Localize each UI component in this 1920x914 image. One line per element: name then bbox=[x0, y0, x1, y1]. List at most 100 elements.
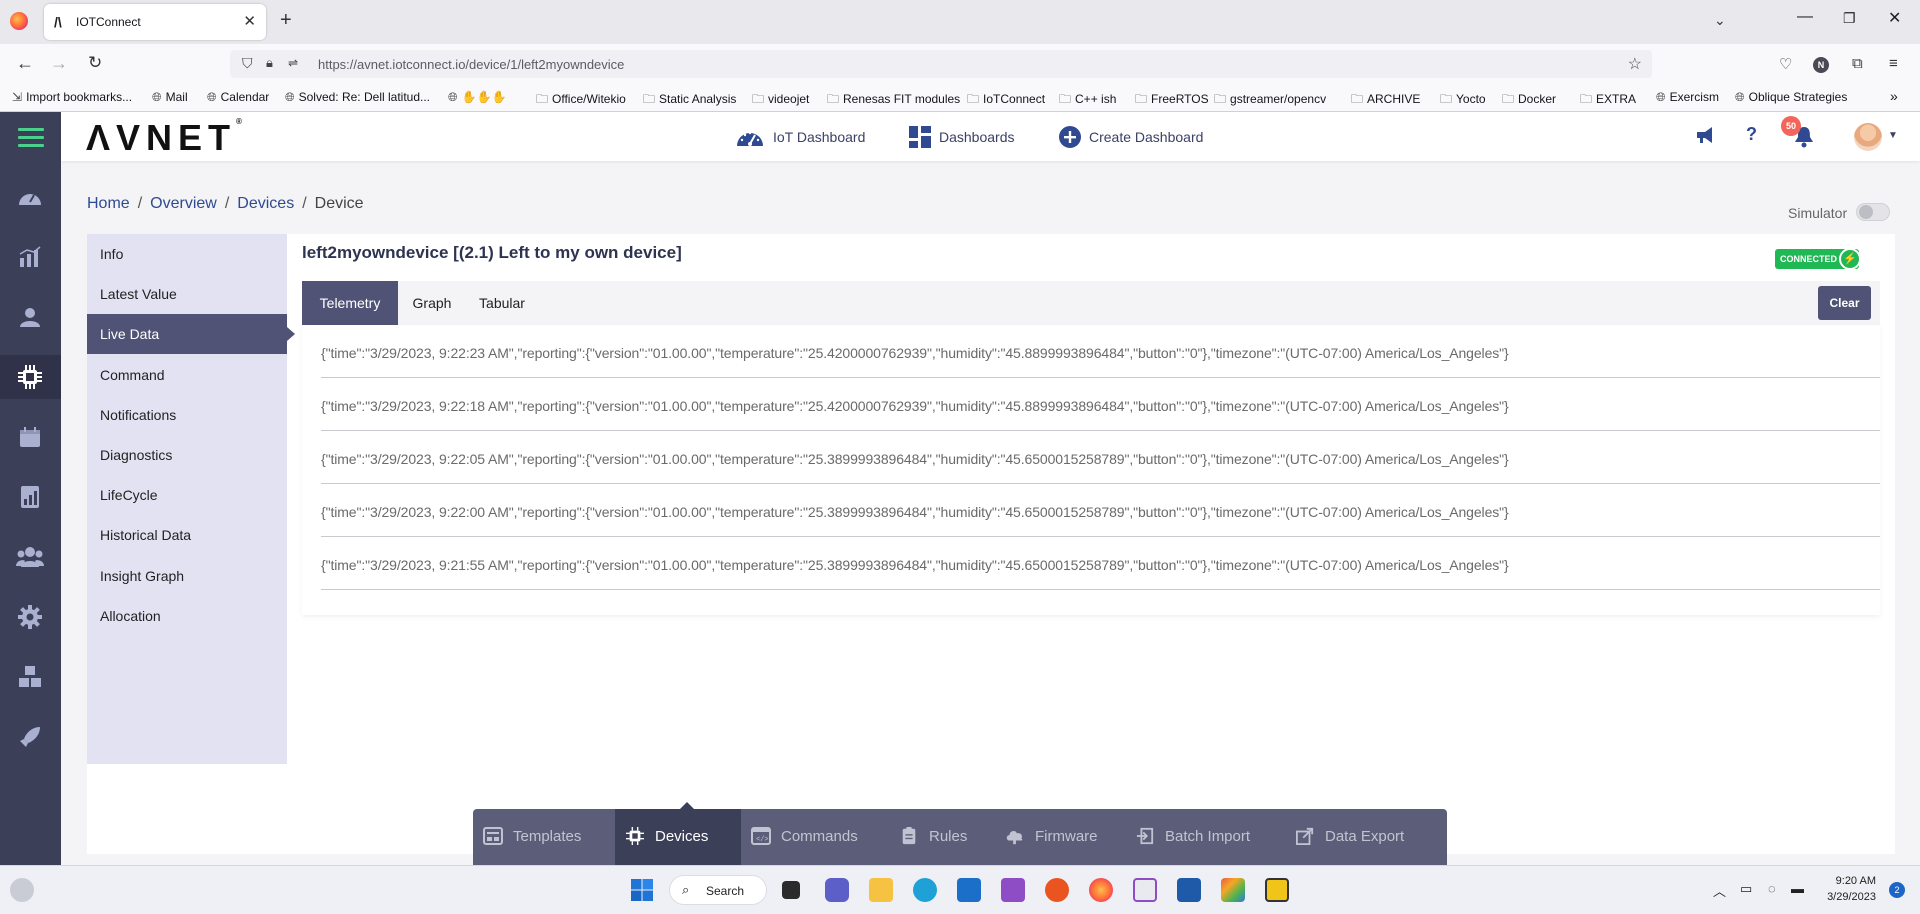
nav-create-dashboard[interactable]: Create Dashboard bbox=[1059, 126, 1203, 148]
file-explorer-icon[interactable] bbox=[869, 878, 893, 902]
megaphone-icon[interactable] bbox=[1695, 125, 1715, 148]
avnet-logo[interactable]: ΛVNET® bbox=[86, 117, 242, 159]
device-menu-historical-data[interactable]: Historical Data bbox=[87, 515, 287, 555]
bookmark-emoji[interactable]: 🌐︎ ✋✋✋ bbox=[448, 90, 506, 105]
start-icon[interactable] bbox=[630, 878, 654, 902]
git-icon[interactable] bbox=[1221, 878, 1245, 902]
network-icon[interactable]: ◌ bbox=[1768, 881, 1776, 896]
breadcrumb-devices[interactable]: Devices bbox=[237, 195, 294, 212]
browser-tab[interactable]: /\ IOTConnect ✕ bbox=[44, 4, 266, 40]
close-tab-icon[interactable]: ✕ bbox=[243, 12, 256, 30]
device-menu-info[interactable]: Info bbox=[87, 234, 287, 274]
e2studio-icon[interactable] bbox=[1177, 878, 1201, 902]
bookmark-folder-cpp[interactable]: 🗀 C++ ish bbox=[1059, 90, 1116, 111]
notification-center-badge[interactable]: 2 bbox=[1889, 882, 1905, 898]
calendar-icon[interactable] bbox=[15, 422, 45, 452]
breadcrumb-overview[interactable]: Overview bbox=[150, 195, 217, 212]
snipping-tool-icon[interactable] bbox=[1133, 878, 1157, 902]
reports-icon[interactable] bbox=[15, 482, 45, 512]
bookmark-oblique[interactable]: 🌐︎ Oblique Strategies bbox=[1735, 90, 1847, 105]
forward-icon[interactable]: → bbox=[50, 53, 68, 74]
device-chip-icon[interactable] bbox=[15, 362, 45, 392]
bookmark-folder-freertos[interactable]: 🗀 FreeRTOS bbox=[1135, 90, 1209, 111]
settings-gear-icon[interactable] bbox=[15, 602, 45, 632]
task-view-icon[interactable] bbox=[782, 881, 800, 899]
users-group-icon[interactable] bbox=[15, 542, 45, 572]
url-text[interactable]: https://avnet.iotconnect.io/device/1/lef… bbox=[318, 57, 624, 72]
teams-icon[interactable] bbox=[825, 878, 849, 902]
breadcrumb-home[interactable]: Home bbox=[87, 195, 130, 212]
toolbar-rules[interactable]: Rules bbox=[889, 809, 995, 865]
bookmark-star-icon[interactable]: ☆ bbox=[1628, 54, 1642, 74]
pocket-icon[interactable]: ♡ bbox=[1779, 55, 1792, 73]
device-menu-notifications[interactable]: Notifications bbox=[87, 395, 287, 435]
device-menu-command[interactable]: Command bbox=[87, 355, 287, 395]
bookmark-folder-office[interactable]: 🗀 Office/Witekio bbox=[536, 90, 626, 111]
terminal-icon[interactable] bbox=[1265, 878, 1289, 902]
bookmark-mail[interactable]: 🌐︎ Mail bbox=[152, 90, 188, 105]
avatar-dropdown-icon[interactable]: ▼ bbox=[1888, 130, 1898, 141]
device-menu-lifecycle[interactable]: LifeCycle bbox=[87, 475, 287, 515]
nav-dashboards[interactable]: Dashboards bbox=[909, 126, 1015, 148]
bookmark-folder-gstreamer[interactable]: 🗀 gstreamer/opencv bbox=[1214, 90, 1326, 111]
visual-studio-icon[interactable] bbox=[1001, 878, 1025, 902]
tab-tabular[interactable]: Tabular bbox=[466, 281, 538, 325]
back-icon[interactable]: ← bbox=[16, 53, 34, 74]
restore-icon[interactable]: ❐ bbox=[1843, 10, 1856, 27]
bookmark-folder-iotconnect[interactable]: 🗀 IoTConnect bbox=[967, 90, 1045, 111]
firefox-taskbar-icon[interactable] bbox=[1089, 878, 1113, 902]
hamburger-menu-icon[interactable] bbox=[18, 128, 44, 152]
toolbar-devices[interactable]: Devices bbox=[615, 809, 741, 865]
battery-icon[interactable]: ▬ bbox=[1791, 881, 1804, 896]
lock-icon[interactable]: 🔒︎ bbox=[266, 55, 273, 71]
bookmark-folder-videojet[interactable]: 🗀 videojet bbox=[752, 90, 809, 111]
toolbar-templates[interactable]: Templates bbox=[473, 809, 615, 865]
bookmark-import[interactable]: ⇲ Import bookmarks... bbox=[12, 90, 132, 104]
edge-icon[interactable] bbox=[913, 878, 937, 902]
user-avatar[interactable] bbox=[1854, 123, 1882, 151]
bookmark-folder-static[interactable]: 🗀 Static Analysis bbox=[643, 90, 736, 111]
bookmark-dell[interactable]: 🌐︎ Solved: Re: Dell latitud... bbox=[285, 90, 430, 105]
nav-iot-dashboard[interactable]: IoT Dashboard bbox=[735, 126, 865, 148]
help-icon[interactable]: ? bbox=[1746, 124, 1757, 145]
toolbar-data-export[interactable]: Data Export bbox=[1285, 809, 1447, 865]
ubuntu-icon[interactable] bbox=[1045, 878, 1069, 902]
shield-icon[interactable]: ⛉ bbox=[242, 55, 253, 72]
menu-icon[interactable]: ≡ bbox=[1889, 55, 1898, 72]
tab-list-chevron-icon[interactable]: ⌄ bbox=[1714, 12, 1726, 29]
close-window-icon[interactable]: ✕ bbox=[1888, 8, 1901, 28]
analytics-chart-icon[interactable] bbox=[15, 242, 45, 272]
tab-graph[interactable]: Graph bbox=[398, 281, 466, 325]
bookmark-folder-yocto[interactable]: 🗀 Yocto bbox=[1440, 90, 1486, 111]
rocket-icon[interactable] bbox=[15, 722, 45, 752]
display-icon[interactable]: ▭ bbox=[1740, 881, 1752, 897]
permissions-icon[interactable]: ⇌ bbox=[288, 56, 298, 70]
more-bookmarks-icon[interactable]: » bbox=[1890, 88, 1898, 104]
tab-telemetry[interactable]: Telemetry bbox=[302, 281, 398, 325]
device-menu-latest-value[interactable]: Latest Value bbox=[87, 274, 287, 314]
device-menu-insight-graph[interactable]: Insight Graph bbox=[87, 556, 287, 596]
clear-button[interactable]: Clear bbox=[1818, 286, 1871, 320]
minimize-icon[interactable]: — bbox=[1797, 8, 1813, 26]
bookmark-folder-docker[interactable]: 🗀 Docker bbox=[1502, 90, 1556, 111]
bookmark-folder-archive[interactable]: 🗀 ARCHIVE bbox=[1351, 90, 1420, 111]
reload-icon[interactable]: ↻ bbox=[88, 53, 102, 73]
new-tab-icon[interactable]: + bbox=[280, 10, 292, 30]
url-bar[interactable]: ⛉ 🔒︎ ⇌ https://avnet.iotconnect.io/devic… bbox=[230, 50, 1652, 78]
toolbar-batch-import[interactable]: Batch Import bbox=[1125, 809, 1285, 865]
cubes-icon[interactable] bbox=[15, 662, 45, 692]
extensions-icon[interactable]: ⧉ bbox=[1852, 55, 1863, 72]
user-icon[interactable] bbox=[15, 302, 45, 332]
firefox-icon[interactable] bbox=[10, 12, 28, 30]
bookmark-folder-extra[interactable]: 🗀 EXTRA bbox=[1580, 90, 1636, 111]
device-menu-allocation[interactable]: Allocation bbox=[87, 596, 287, 636]
bookmark-folder-renesas[interactable]: 🗀 Renesas FIT modules bbox=[827, 90, 960, 111]
device-menu-diagnostics[interactable]: Diagnostics bbox=[87, 435, 287, 475]
simulator-toggle[interactable] bbox=[1856, 203, 1890, 221]
widgets-icon[interactable] bbox=[10, 878, 34, 902]
dashboard-gauge-icon[interactable] bbox=[15, 182, 45, 212]
toolbar-commands[interactable]: </> Commands bbox=[741, 809, 889, 865]
bookmark-exercism[interactable]: 🌐︎ Exercism bbox=[1656, 90, 1719, 105]
tray-chevron-icon[interactable]: ︿ bbox=[1713, 881, 1726, 900]
toolbar-firmware[interactable]: Firmware bbox=[995, 809, 1125, 865]
